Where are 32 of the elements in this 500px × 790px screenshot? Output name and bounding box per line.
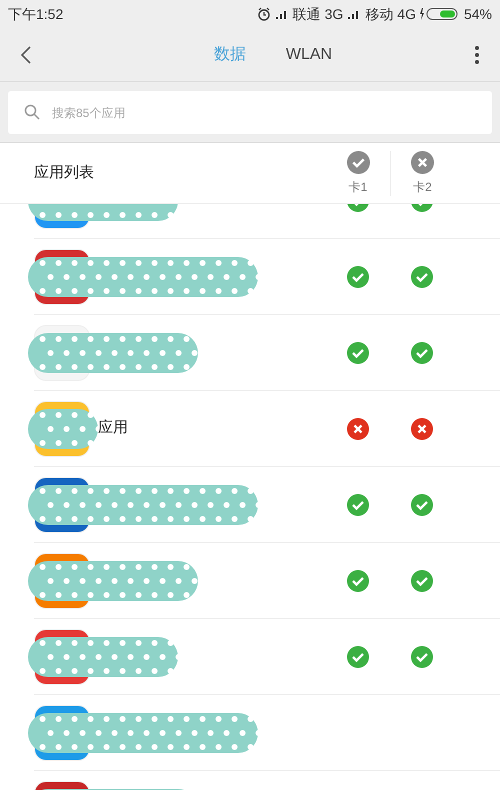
battery-percent: 54% xyxy=(464,4,492,24)
alarm-icon xyxy=(256,7,271,21)
check-icon[interactable] xyxy=(411,570,433,592)
battery-icon xyxy=(420,7,460,21)
check-icon[interactable] xyxy=(347,646,369,668)
check-icon[interactable] xyxy=(346,150,370,174)
tab[interactable]: WLAN xyxy=(286,42,332,66)
carrier-name: 移动 xyxy=(365,4,394,24)
more-icon[interactable] xyxy=(474,44,480,64)
check-icon[interactable] xyxy=(411,342,433,364)
search-field[interactable]: 搜索85个应用 xyxy=(8,91,492,134)
check-icon[interactable] xyxy=(347,570,369,592)
check-icon[interactable] xyxy=(347,494,369,516)
list-title: 应用列表 xyxy=(34,162,94,183)
check-icon[interactable] xyxy=(411,494,433,516)
network-type: 4G xyxy=(397,4,416,24)
cross-icon[interactable] xyxy=(411,418,433,440)
check-icon[interactable] xyxy=(347,342,369,364)
check-icon[interactable] xyxy=(411,266,433,288)
check-icon[interactable] xyxy=(411,646,433,668)
signal-icon xyxy=(274,8,289,20)
carrier-name: 联通 xyxy=(292,4,321,24)
search-icon xyxy=(24,104,40,120)
cross-icon[interactable] xyxy=(347,418,369,440)
cross-icon[interactable] xyxy=(411,150,434,174)
status-time: 下午1:52 xyxy=(8,4,64,24)
redaction-blob xyxy=(28,406,98,450)
column-label: 卡1 xyxy=(348,178,368,196)
network-type: 3G xyxy=(324,4,344,24)
back-icon[interactable] xyxy=(20,44,32,64)
column-label: 卡2 xyxy=(413,178,432,196)
check-icon[interactable] xyxy=(347,266,369,288)
